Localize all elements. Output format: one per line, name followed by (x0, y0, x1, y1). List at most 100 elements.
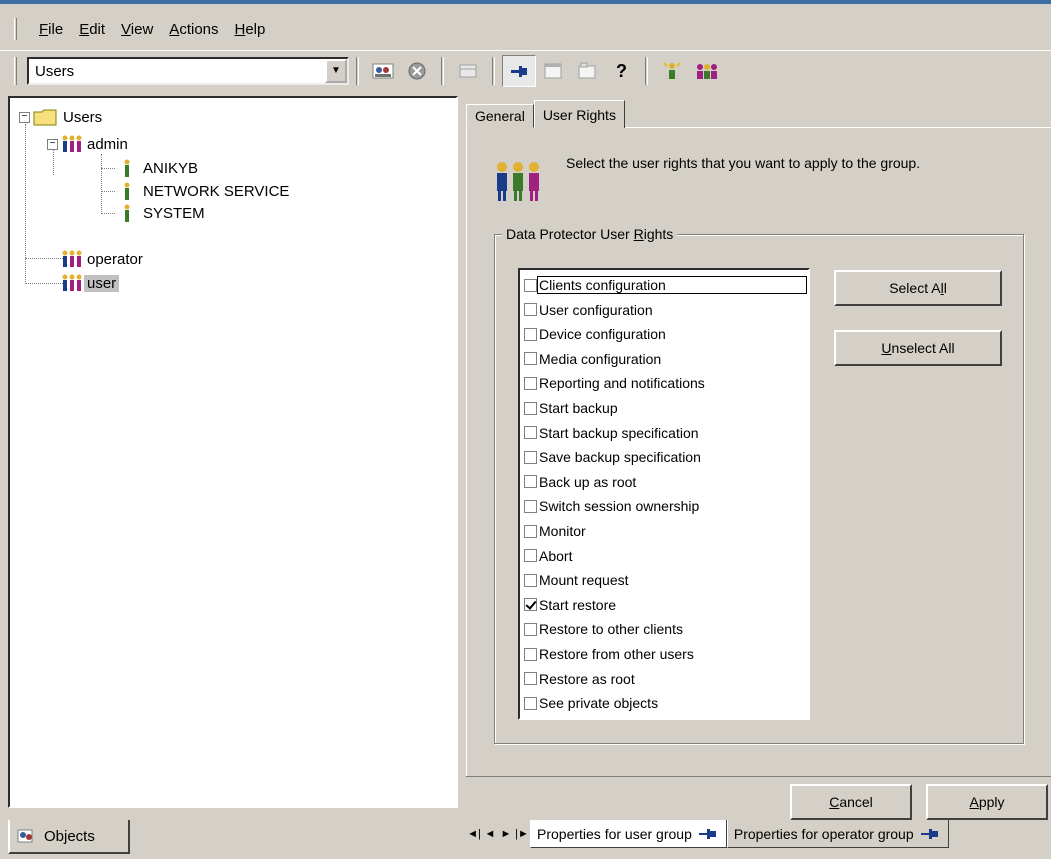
collapse-icon[interactable]: − (19, 112, 30, 123)
cancel-button[interactable]: Cancel (790, 784, 912, 820)
menu-help[interactable]: Help (227, 21, 274, 38)
checkbox[interactable] (524, 450, 537, 464)
last-tab-icon[interactable]: |► (514, 828, 530, 840)
checkbox[interactable] (524, 549, 537, 563)
context-selector-value: Users (35, 62, 75, 80)
tree-group-user[interactable]: user (60, 272, 120, 294)
user-right-label: Back up as root (539, 473, 637, 490)
toolbar-separator (356, 56, 359, 85)
group-icon (62, 274, 82, 291)
checkbox[interactable] (524, 672, 537, 686)
tree-group-operator[interactable]: operator (60, 248, 146, 270)
user-right-item[interactable]: Monitor (524, 520, 587, 542)
user-right-item[interactable]: Abort (524, 545, 573, 567)
user-right-item[interactable]: Switch session ownership (524, 495, 700, 517)
pin-icon[interactable] (502, 54, 536, 87)
user-right-item[interactable]: Start backup specification (524, 422, 700, 444)
checkbox[interactable] (524, 278, 537, 292)
user-right-item[interactable]: Back up as root (524, 471, 637, 493)
objects-icon (17, 829, 33, 843)
user-right-label: Start backup specification (539, 424, 699, 441)
user-right-item[interactable]: See private objects (524, 692, 659, 714)
object-tree[interactable]: − Users − admin ANIKYB NETWORK SERVICE S… (8, 96, 458, 808)
dropdown-arrow-icon[interactable]: ▼ (325, 58, 347, 83)
window-tab-icon[interactable] (570, 55, 604, 87)
checkbox[interactable] (524, 524, 537, 538)
user-right-item[interactable]: Restore as root (524, 668, 636, 690)
tree-member-network-service[interactable]: NETWORK SERVICE (120, 180, 292, 202)
checkbox[interactable] (524, 303, 537, 317)
toolbar-separator (441, 56, 444, 85)
user-right-item[interactable]: Restore from other users (524, 643, 695, 665)
select-all-button[interactable]: Select All (834, 270, 1002, 306)
user-rights-list[interactable]: Clients configuration User configuration D… (518, 268, 810, 720)
user-right-label: See private objects (539, 695, 659, 712)
tab-general[interactable]: General (466, 104, 534, 128)
tree-group-admin[interactable]: admin (60, 133, 131, 155)
doc-tab-operator-group[interactable]: Properties for operator group (726, 820, 949, 848)
tree-root-label: Users (63, 108, 103, 126)
context-selector[interactable]: Users ▼ (27, 56, 349, 85)
user-right-item[interactable]: Mount request (524, 569, 630, 591)
user-right-item[interactable]: Start restore (524, 594, 617, 616)
checkbox[interactable] (524, 573, 537, 587)
user-right-item[interactable]: Reporting and notifications (524, 372, 706, 394)
checkbox[interactable] (524, 622, 537, 636)
user-right-item[interactable]: Clients configuration (524, 274, 807, 296)
pane-splitter[interactable] (462, 96, 465, 856)
checkbox[interactable] (524, 426, 537, 440)
doc-tab-user-group[interactable]: Properties for user group (530, 820, 727, 848)
tab-user-rights[interactable]: User Rights (533, 100, 625, 128)
checkbox[interactable] (524, 376, 537, 390)
users-icon[interactable] (366, 55, 400, 87)
user-right-label: Mount request (539, 572, 629, 589)
help-icon[interactable]: ? (604, 55, 638, 87)
user-right-item[interactable]: User configuration (524, 299, 654, 321)
apply-button[interactable]: Apply (926, 784, 1048, 820)
disabled-icon[interactable] (451, 55, 485, 87)
pin-icon (920, 828, 938, 839)
window-icon[interactable] (536, 55, 570, 87)
menu-actions[interactable]: Actions (161, 21, 226, 38)
menu-edit[interactable]: Edit (71, 21, 113, 38)
next-tab-icon[interactable]: ► (498, 828, 514, 840)
menu-bar: File Edit View Actions Help (0, 14, 1051, 44)
menu-file[interactable]: File (31, 21, 71, 38)
tree-member-label: SYSTEM (143, 204, 205, 222)
user-right-item[interactable]: Start backup (524, 397, 619, 419)
add-group-icon[interactable] (689, 55, 723, 87)
add-user-icon[interactable] (655, 55, 689, 87)
checkbox-checked[interactable] (524, 598, 537, 612)
user-right-item[interactable]: Restore to other clients (524, 618, 684, 640)
toolbar-grip (14, 56, 17, 85)
user-right-label: Save backup specification (539, 449, 701, 466)
tab-user-rights-label: User Rights (542, 106, 616, 123)
user-right-label: Restore to other clients (539, 621, 683, 638)
user-right-label: Start backup (539, 400, 618, 416)
user-right-item[interactable]: Device configuration (524, 323, 667, 345)
user-rights-group-title: Data Protector User Rights (502, 226, 678, 242)
user-right-label: Monitor (539, 523, 586, 539)
tab-objects[interactable]: Objects (8, 820, 130, 854)
tree-member-anikyb[interactable]: ANIKYB (120, 157, 201, 179)
menu-view[interactable]: View (113, 21, 161, 38)
user-icon (124, 159, 130, 177)
tree-member-system[interactable]: SYSTEM (120, 202, 208, 224)
tree-root-users[interactable]: Users (32, 106, 105, 128)
checkbox[interactable] (524, 401, 537, 415)
user-right-item[interactable]: Media configuration (524, 348, 662, 370)
first-tab-icon[interactable]: ◄| (466, 828, 482, 840)
checkbox[interactable] (524, 499, 537, 513)
tree-member-label: ANIKYB (143, 159, 199, 177)
user-right-item[interactable]: Save backup specification (524, 446, 702, 468)
collapse-icon[interactable]: − (47, 139, 58, 150)
prev-tab-icon[interactable]: ◄ (482, 828, 498, 840)
group-icon (62, 250, 82, 267)
unselect-all-button[interactable]: Unselect All (834, 330, 1002, 366)
checkbox[interactable] (524, 352, 537, 366)
checkbox[interactable] (524, 696, 537, 710)
checkbox[interactable] (524, 475, 537, 489)
checkbox[interactable] (524, 647, 537, 661)
stop-icon[interactable] (400, 55, 434, 87)
checkbox[interactable] (524, 327, 537, 341)
